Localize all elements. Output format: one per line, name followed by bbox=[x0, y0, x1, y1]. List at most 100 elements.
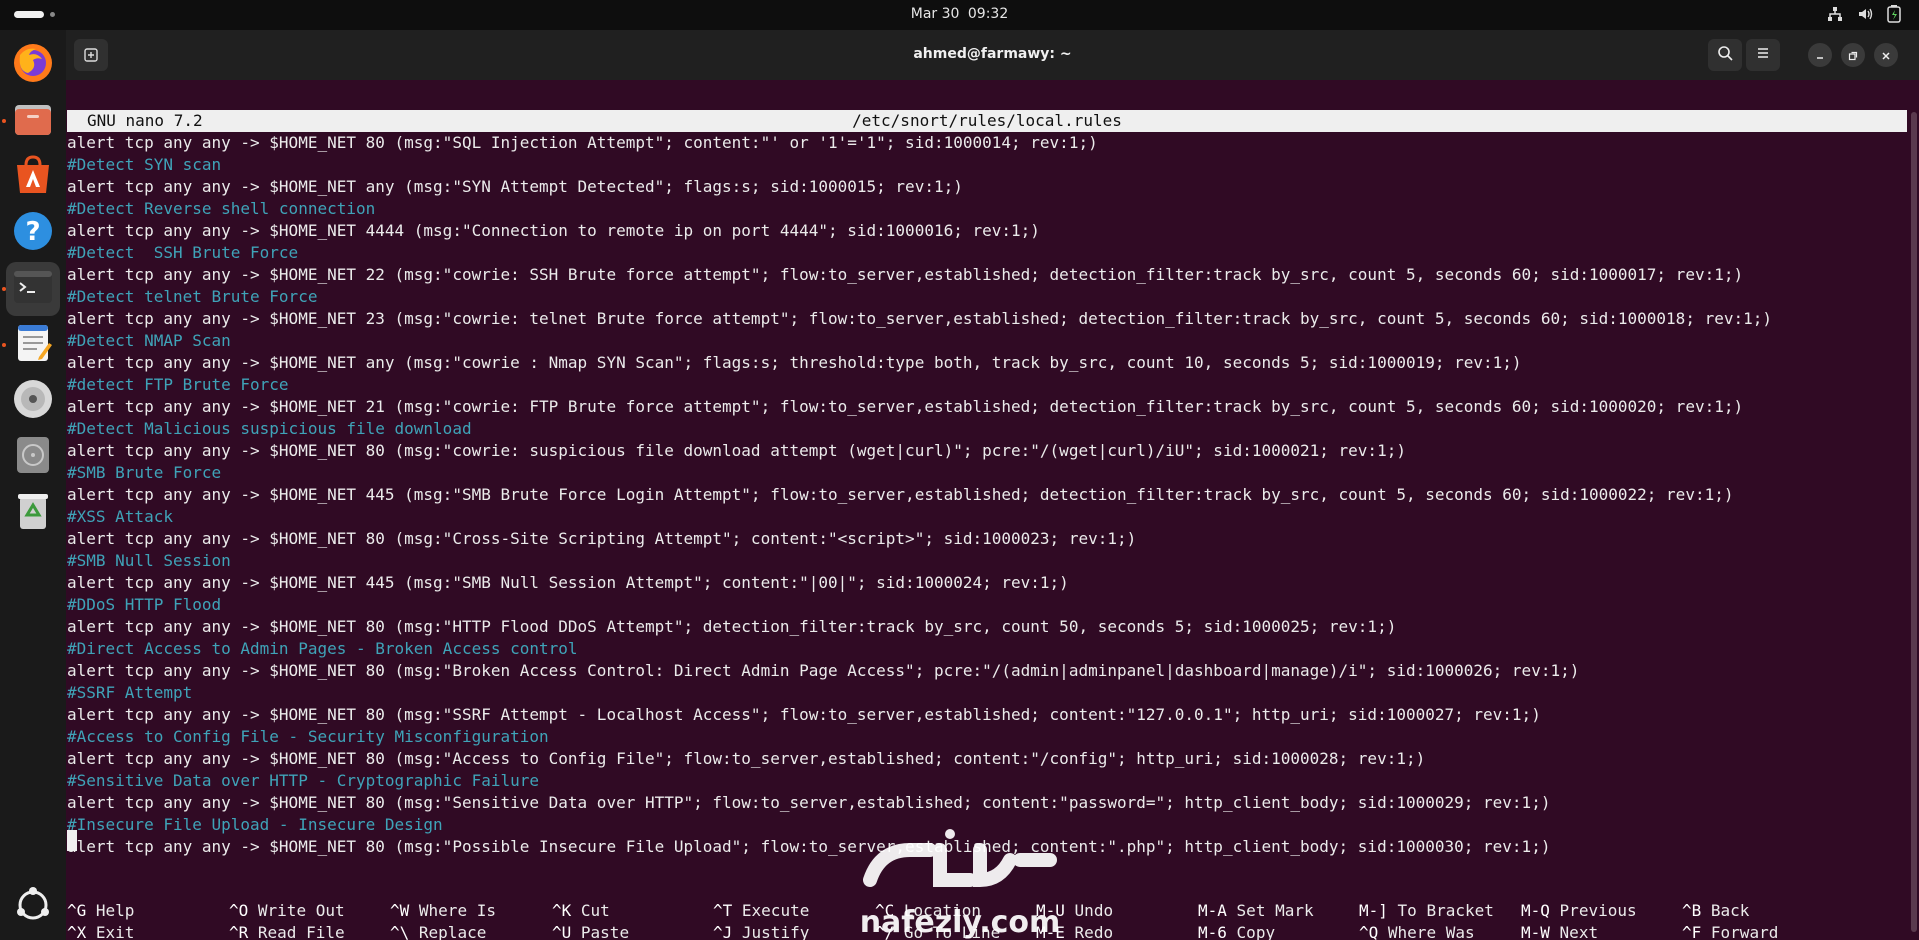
shortcut-label: Redo bbox=[1074, 923, 1114, 940]
shortcut-go-to-line: ^/ Go To Line bbox=[875, 922, 1000, 940]
shortcut-key: ^C bbox=[875, 901, 895, 920]
clock-date: Mar 30 bbox=[910, 6, 960, 22]
shortcut-label: Forward bbox=[1710, 923, 1779, 940]
rule-line: alert tcp any any -> $HOME_NET any (msg:… bbox=[67, 177, 963, 196]
shortcut-read-file: ^R Read File bbox=[229, 922, 345, 940]
rule-line: alert tcp any any -> $HOME_NET 445 (msg:… bbox=[67, 485, 1734, 504]
comment-line: #SSRF Attempt bbox=[67, 683, 193, 702]
rule-line: alert tcp any any -> $HOME_NET 80 (msg:"… bbox=[67, 749, 1426, 768]
shortcut-key: ^U bbox=[552, 923, 572, 940]
shortcut-label: Replace bbox=[418, 923, 487, 940]
comment-line: #Detect Malicious suspicious file downlo… bbox=[67, 419, 472, 438]
shortcut-redo: M-E Redo bbox=[1036, 922, 1113, 940]
dock-drive[interactable] bbox=[6, 430, 60, 484]
minimize-icon bbox=[1815, 46, 1825, 65]
comment-line: #Sensitive Data over HTTP - Cryptographi… bbox=[67, 771, 540, 790]
restore-icon bbox=[1848, 46, 1858, 65]
rule-line: alert tcp any any -> $HOME_NET 445 (msg:… bbox=[67, 573, 1069, 592]
shortcut-label: Justify bbox=[741, 923, 810, 940]
shortcut-help: ^G Help bbox=[67, 900, 134, 922]
shortcut-justify: ^J Justify bbox=[713, 922, 809, 940]
shortcut-execute: ^T Execute bbox=[713, 900, 809, 922]
shortcut-label: Undo bbox=[1074, 901, 1114, 920]
dock-trash[interactable] bbox=[6, 486, 60, 540]
volume-icon bbox=[1857, 6, 1873, 22]
shortcut-copy: M-6 Copy bbox=[1198, 922, 1275, 940]
shortcut-key: ^Q bbox=[1359, 923, 1379, 940]
shortcut-key: ^B bbox=[1682, 901, 1702, 920]
network-icon bbox=[1827, 6, 1843, 22]
dock-disc[interactable] bbox=[6, 374, 60, 428]
comment-line: #Insecure File Upload - Insecure Design bbox=[67, 815, 443, 834]
shortcut-set-mark: M-A Set Mark bbox=[1198, 900, 1314, 922]
trash-icon bbox=[11, 489, 55, 537]
clock[interactable]: Mar 30 09:32 bbox=[0, 6, 1919, 22]
firefox-icon bbox=[11, 41, 55, 89]
terminal-icon bbox=[12, 266, 54, 312]
search-icon bbox=[1717, 45, 1733, 65]
terminal-area[interactable]: GNU nano 7.2 /etc/snort/rules/local.rule… bbox=[66, 80, 1919, 940]
shortcut-undo: M-U Undo bbox=[1036, 900, 1113, 922]
shortcut-write-out: ^O Write Out bbox=[229, 900, 345, 922]
rule-line: alert tcp any any -> $HOME_NET 80 (msg:"… bbox=[67, 617, 1397, 636]
shortcut-key: M-U bbox=[1036, 901, 1065, 920]
shortcut-key: M-Q bbox=[1521, 901, 1550, 920]
dock-show-apps[interactable] bbox=[6, 880, 60, 934]
rule-line: alert tcp any any -> $HOME_NET 21 (msg:"… bbox=[67, 397, 1744, 416]
comment-line: #Detect Reverse shell connection bbox=[67, 199, 376, 218]
svg-text:?: ? bbox=[25, 217, 40, 247]
search-button[interactable] bbox=[1708, 39, 1742, 71]
dock-terminal[interactable] bbox=[6, 262, 60, 316]
title-bar[interactable]: ahmed@farmawy: ~ bbox=[66, 30, 1919, 80]
rule-line: alert tcp any any -> $HOME_NET 22 (msg:"… bbox=[67, 265, 1744, 284]
system-tray[interactable] bbox=[1827, 5, 1901, 23]
running-indicator bbox=[2, 287, 6, 291]
scrollbar[interactable] bbox=[1911, 112, 1917, 932]
shortcut-where-is: ^W Where Is bbox=[390, 900, 496, 922]
shortcut-key: M-6 bbox=[1198, 923, 1227, 940]
dock-app-center[interactable] bbox=[6, 150, 60, 204]
shortcut-key: M-] bbox=[1359, 901, 1388, 920]
shortcut-label: Previous bbox=[1559, 901, 1637, 920]
shortcut-forward: ^F Forward bbox=[1682, 922, 1778, 940]
shortcut-key: ^\ bbox=[390, 923, 410, 940]
maximize-button[interactable] bbox=[1841, 43, 1865, 67]
close-button[interactable] bbox=[1874, 43, 1898, 67]
shortcut-label: Go To Line bbox=[903, 923, 1001, 940]
dock-files[interactable] bbox=[6, 94, 60, 148]
shortcut-key: ^R bbox=[229, 923, 249, 940]
shortcut-replace: ^\ Replace bbox=[390, 922, 486, 940]
nano-shortcut-bar: ^G Help ^X Exit ^O Write Out ^R Read File ^W… bbox=[67, 900, 1907, 940]
shortcut-key: ^X bbox=[67, 923, 87, 940]
rule-line: alert tcp any any -> $HOME_NET any (msg:… bbox=[67, 353, 1522, 372]
clock-time: 09:32 bbox=[967, 6, 1009, 22]
rule-line: alert tcp any any -> $HOME_NET 80 (msg:"… bbox=[67, 529, 1137, 548]
top-bar: Mar 30 09:32 bbox=[0, 0, 1919, 30]
comment-line: #XSS Attack bbox=[67, 507, 173, 526]
rule-line: alert tcp any any -> $HOME_NET 23 (msg:"… bbox=[67, 309, 1773, 328]
running-indicator bbox=[2, 343, 6, 347]
shortcut-key: M-W bbox=[1521, 923, 1550, 940]
shortcut-key: ^J bbox=[713, 923, 733, 940]
dock: ? bbox=[0, 30, 66, 940]
shortcut-cut: ^K Cut bbox=[552, 900, 610, 922]
dock-text-editor[interactable] bbox=[6, 318, 60, 372]
rule-line: alert tcp any any -> $HOME_NET 80 (msg:"… bbox=[67, 661, 1580, 680]
rule-line: alert tcp any any -> $HOME_NET 80 (msg:"… bbox=[67, 837, 1551, 856]
comment-line: #Detect NMAP Scan bbox=[67, 331, 231, 350]
menu-button[interactable] bbox=[1746, 39, 1780, 71]
running-indicator bbox=[2, 119, 6, 123]
shortcut-label: Back bbox=[1710, 901, 1750, 920]
minimize-button[interactable] bbox=[1808, 43, 1832, 67]
file-content[interactable]: alert tcp any any -> $HOME_NET 80 (msg:"… bbox=[67, 132, 1907, 858]
dock-help[interactable]: ? bbox=[6, 206, 60, 260]
rule-line: alert tcp any any -> $HOME_NET 80 (msg:"… bbox=[67, 133, 1098, 152]
shortcut-label: To Bracket bbox=[1397, 901, 1494, 920]
dock-firefox[interactable] bbox=[6, 38, 60, 92]
shortcut-label: Help bbox=[95, 901, 135, 920]
comment-line: #DDoS HTTP Flood bbox=[67, 595, 222, 614]
shortcut-back: ^B Back bbox=[1682, 900, 1749, 922]
comment-line: #Detect SYN scan bbox=[67, 155, 222, 174]
comment-line: #Detect SSH Brute Force bbox=[67, 243, 299, 262]
text-cursor bbox=[67, 830, 77, 851]
